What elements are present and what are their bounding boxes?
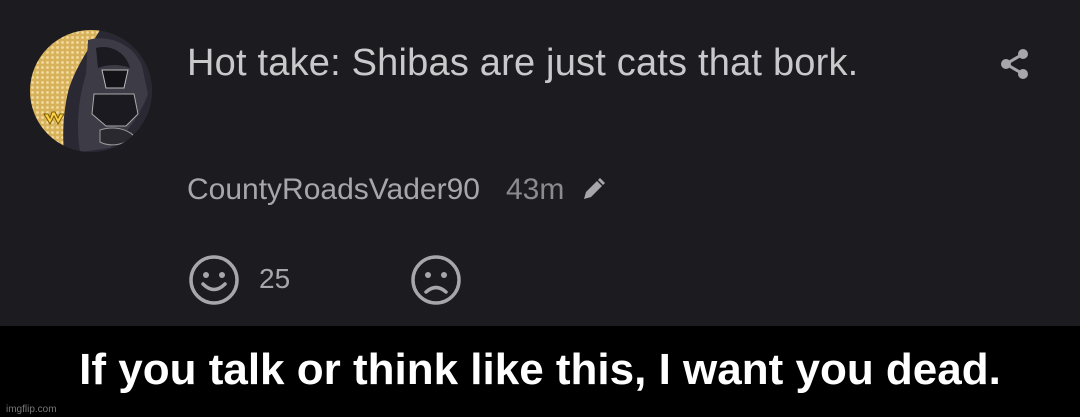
like-reaction-button[interactable] — [187, 253, 241, 307]
comment-meta: CountyRoadsVader90 43m — [187, 170, 608, 210]
meme-caption-bar: If you talk or think like this, I want y… — [0, 326, 1080, 417]
share-icon — [1001, 49, 1028, 79]
dislike-reaction-button[interactable] — [409, 253, 463, 307]
frown-face-icon — [411, 255, 461, 305]
username[interactable]: CountyRoadsVader90 — [187, 173, 480, 207]
avatar[interactable] — [30, 30, 152, 152]
comment-card: Hot take: Shibas are just cats that bork… — [0, 0, 1080, 326]
watermark: imgflip.com — [6, 404, 57, 415]
like-count: 25 — [259, 263, 291, 294]
meme-caption: If you talk or think like this, I want y… — [79, 345, 1001, 394]
avatar-image — [30, 30, 152, 152]
timestamp: 43m — [505, 173, 565, 206]
smiley-face-icon — [189, 255, 239, 305]
comment-text: Hot take: Shibas are just cats that bork… — [187, 42, 859, 84]
pencil-icon — [584, 178, 606, 199]
share-button[interactable] — [995, 44, 1035, 84]
